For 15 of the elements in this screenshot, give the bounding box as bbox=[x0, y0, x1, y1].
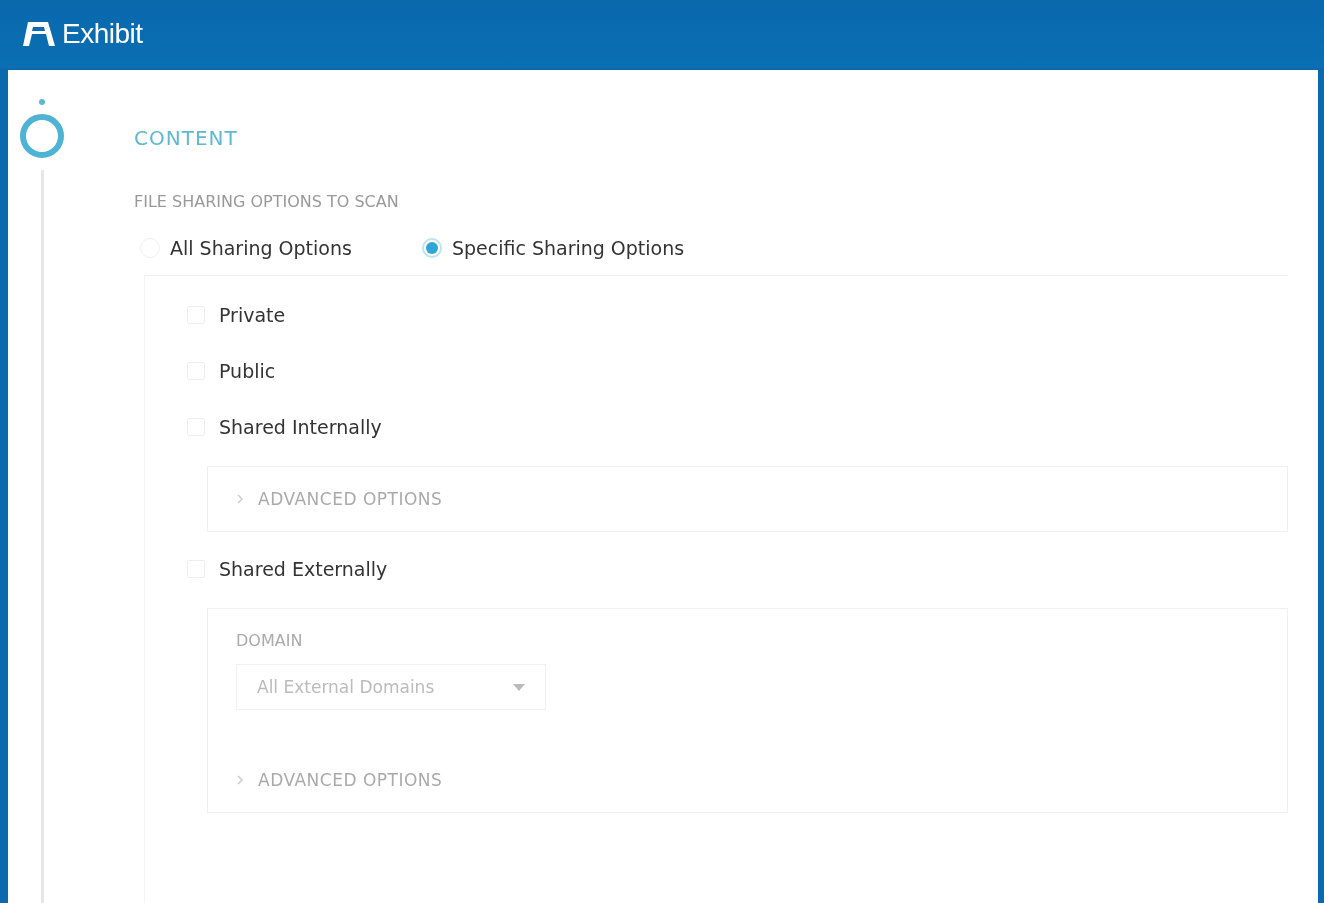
caret-icon bbox=[513, 683, 525, 691]
chevron-icon bbox=[236, 493, 244, 505]
step-marker-icon bbox=[20, 98, 64, 160]
step-title: CONTENT bbox=[134, 126, 239, 150]
checkbox-option[interactable]: Private bbox=[187, 298, 1288, 332]
radio-option[interactable]: Specific Sharing Options bbox=[421, 237, 685, 259]
field-label: DOMAIN bbox=[236, 631, 304, 650]
radio-option[interactable]: All Sharing Options bbox=[140, 237, 352, 259]
app-title: Exhibit bbox=[62, 18, 143, 50]
checkbox-option[interactable]: Shared Internally bbox=[187, 410, 1288, 444]
chevron-icon bbox=[236, 774, 244, 786]
checkbox-option[interactable]: Public bbox=[187, 354, 1288, 388]
logo-icon bbox=[22, 21, 56, 47]
checkbox-option[interactable]: Shared Externally bbox=[187, 552, 1288, 586]
section-label: FILE SHARING OPTIONS TO SCAN bbox=[134, 192, 400, 211]
